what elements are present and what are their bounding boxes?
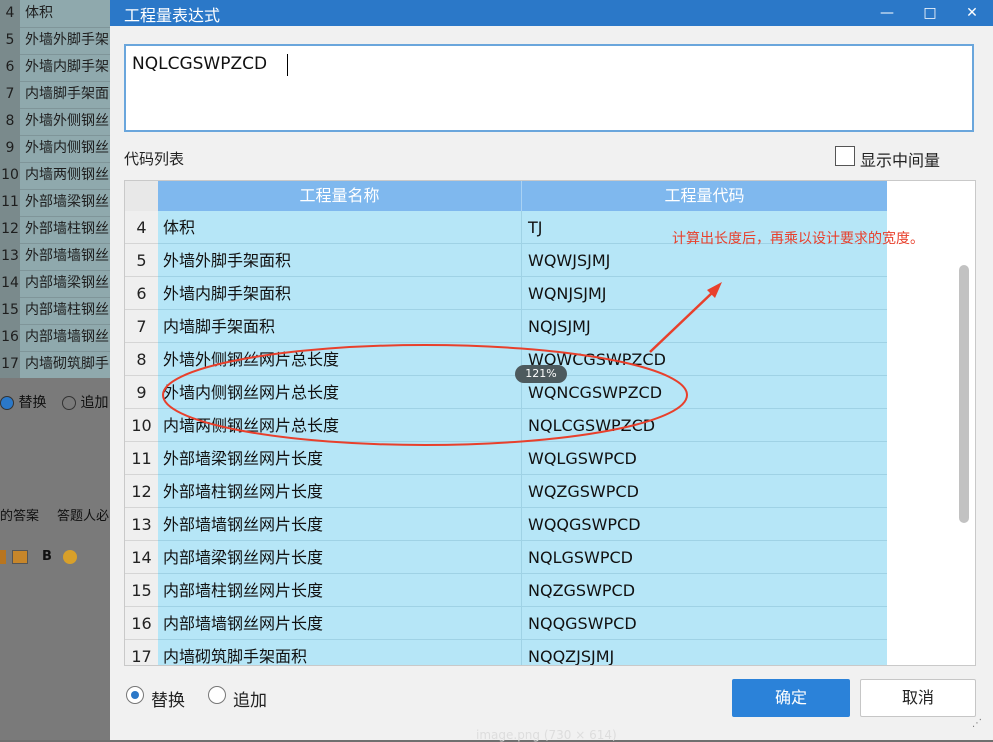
background-radio-append-label: 追加 [80,395,109,411]
background-row-text: 外部墙柱钢丝 [25,221,109,237]
background-row-text: 外墙外侧钢丝 [25,113,109,129]
background-row-number: 13 [0,243,20,270]
background-row-text: 内部墙柱钢丝 [25,302,109,318]
media-icon [12,550,28,564]
zoom-badge: 121% [515,365,567,383]
radio-append-label[interactable]: 追加 [233,686,267,711]
radio-replace[interactable] [126,686,144,704]
background-link-required: 答题人必 [57,509,110,524]
radio-append[interactable] [208,686,226,704]
background-row-number: 5 [0,27,20,54]
background-row: 17 内墙砌筑脚手 [0,351,112,379]
background-row-text: 外墙外脚手架 [25,32,109,48]
background-row-text: 内墙两侧钢丝 [25,167,109,183]
radio-replace-label[interactable]: 替换 [151,686,185,711]
background-row-text: 内部墙梁钢丝 [25,275,109,291]
background-row: 13 外部墙墙钢丝 [0,243,112,271]
background-row-number: 15 [0,297,20,324]
background-row: 16 内部墙墙钢丝 [0,324,112,352]
background-row-text: 体积 [25,5,53,21]
ok-button[interactable]: 确定 [732,679,850,717]
background-row-number: 8 [0,108,20,135]
background-row: 6 外墙内脚手架 [0,54,112,82]
background-row-number: 9 [0,135,20,162]
annotation-arrow-line [649,291,714,353]
background-row-text: 外墙内脚手架 [25,59,109,75]
background-row-text: 外部墙梁钢丝 [25,194,109,210]
background-row-number: 4 [0,0,20,27]
background-row-number: 14 [0,270,20,297]
background-row-text: 内墙砌筑脚手 [25,356,109,372]
background-row: 8 外墙外侧钢丝 [0,108,112,136]
background-row-number: 11 [0,189,20,216]
background-row-number: 16 [0,324,20,351]
quantity-expression-dialog: 工程量表达式 — □ ✕ NQLCGSWPZCD 代码列表 显示中间量 工程量名… [110,0,993,740]
background-row: 10 内墙两侧钢丝 [0,162,112,190]
background-row: 9 外墙内侧钢丝 [0,135,112,163]
bold-icon: B [42,549,52,564]
highlight-ellipse [162,344,688,446]
background-row: 7 内墙脚手架面 [0,81,112,109]
background-row: 4 体积 [0,0,112,28]
background-row: 15 内部墙柱钢丝 [0,297,112,325]
background-radio-replace: 替换 [0,392,46,412]
cancel-button[interactable]: 取消 [860,679,976,717]
background-row-text: 内墙脚手架面 [25,86,109,102]
background-row: 11 外部墙梁钢丝 [0,189,112,217]
resize-grip-icon[interactable]: ⋰ [972,718,982,729]
background-row: 5 外墙外脚手架 [0,27,112,55]
background-row-number: 17 [0,351,20,378]
background-row-text: 外部墙墙钢丝 [25,248,109,264]
background-row-number: 7 [0,81,20,108]
background-link-answer: 的答案 [0,509,40,524]
background-radio-icon [62,396,76,410]
background-row: 12 外部墙柱钢丝 [0,216,112,244]
background-row-text: 内部墙墙钢丝 [25,329,109,345]
background-row-number: 10 [0,162,20,189]
background-row-text: 外墙内侧钢丝 [25,140,109,156]
background-radio-append: 追加 [62,392,108,412]
background-table: 4 体积 5 外墙外脚手架 6 外墙内脚手架 7 内墙脚手架面 8 外墙外侧钢丝 9 外墙内侧钢丝 10… [0,0,112,379]
background-row-number: 6 [0,54,20,81]
background-radio-replace-label: 替换 [18,395,47,411]
background-toolbar: B [0,548,112,570]
background-row: 14 内部墙梁钢丝 [0,270,112,298]
image-icon [0,550,6,564]
background-radio-icon [0,396,14,410]
background-row-number: 12 [0,216,20,243]
emoji-icon [63,550,77,564]
